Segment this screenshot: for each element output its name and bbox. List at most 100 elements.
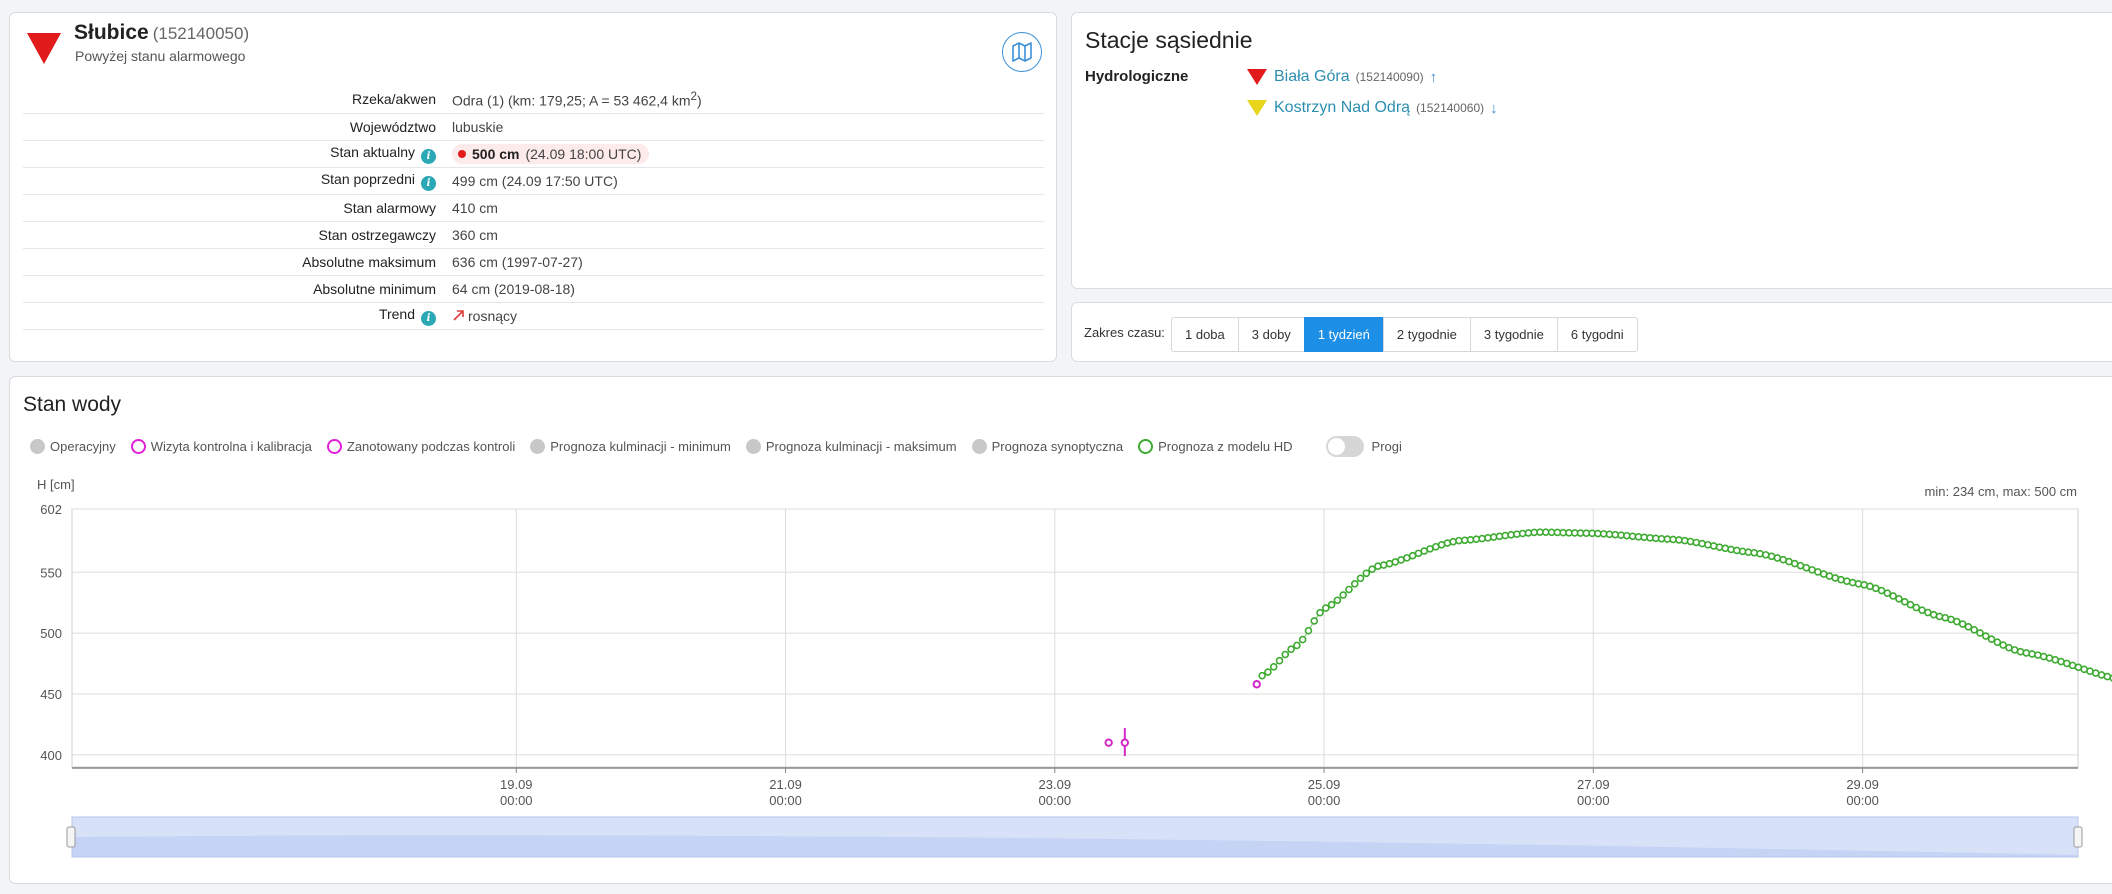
range-2-weeks-button[interactable]: 2 tygodnie xyxy=(1382,317,1470,352)
neighbor-station-code: (152140060) xyxy=(1416,101,1485,115)
alarm-level-label: Stan alarmowy xyxy=(343,199,436,216)
previous-level-value: 499 cm (24.09 17:50 UTC) xyxy=(452,172,618,189)
abs-max-label: Absolutne maksimum xyxy=(302,253,436,270)
x-tick-label: 00:00 xyxy=(500,793,533,808)
trend-value-cell: rosnący xyxy=(444,302,1044,329)
hd-forecast-point xyxy=(1293,641,1301,650)
chart-series xyxy=(1104,528,2112,757)
y-axis-label: H [cm] xyxy=(37,477,75,492)
previous-level-label: Stan poprzedni xyxy=(320,170,415,187)
hd-forecast-point xyxy=(1848,578,1857,587)
chart-grid xyxy=(71,508,2079,768)
neighbors-card: Stacje sąsiednie Hydrologiczne Biała Gór… xyxy=(1071,12,2112,289)
hd-forecast-point xyxy=(1287,645,1295,653)
hd-forecast-point xyxy=(1310,617,1319,625)
station-card: Słubice (152140050) Powyżej stanu alarmow… xyxy=(9,12,1057,362)
range-1-week-button[interactable]: 1 tydzień xyxy=(1303,317,1383,352)
x-tick-label: 21.09 xyxy=(769,777,802,792)
info-row-abs-max: Absolutne maksimum 636 cm (1997-07-27) xyxy=(23,248,1044,275)
downstream-arrow-icon: ↓ xyxy=(1490,99,1498,117)
y-tick-label: 400 xyxy=(40,748,62,763)
hd-forecast-point xyxy=(1987,635,1996,643)
hd-forecast-point xyxy=(1449,537,1457,546)
alarm-triangle-marker xyxy=(27,33,61,64)
previous-level-label-cell: Stan poprzedni i xyxy=(23,167,444,194)
x-tick-label: 27.09 xyxy=(1577,777,1610,792)
neighbors-category: Hydrologiczne xyxy=(1085,68,1189,85)
hd-forecast-point xyxy=(1345,585,1353,594)
hd-forecast-point xyxy=(1258,671,1266,680)
info-icon[interactable]: i xyxy=(421,310,436,326)
hd-forecast-point xyxy=(1374,562,1382,570)
current-level-number: 500 cm xyxy=(472,145,520,162)
warning-level-value: 360 cm xyxy=(452,226,498,243)
hd-forecast-point xyxy=(1727,545,1735,554)
hd-forecast-point xyxy=(1298,635,1307,644)
range-1-day-button[interactable]: 1 doba xyxy=(1171,317,1238,352)
info-row-previous-level: Stan poprzedni i 499 cm (24.09 17:50 UTC) xyxy=(23,167,1044,194)
neighbor-station-name[interactable]: Biała Góra xyxy=(1274,68,1350,86)
hd-forecast-point xyxy=(1976,629,1984,637)
control-measurement-point xyxy=(1120,738,1130,747)
hd-forecast-point xyxy=(1854,579,1863,588)
hd-forecast-point xyxy=(1692,538,1701,547)
station-status: Powyżej stanu alarmowego xyxy=(75,48,246,64)
map-button[interactable] xyxy=(1002,32,1042,72)
abs-min-label: Absolutne minimum xyxy=(313,280,436,297)
chart-axes: 40045050055060219.0900:0021.0900:0023.09… xyxy=(40,502,2078,808)
hd-forecast-point xyxy=(1281,650,1290,659)
hd-forecast-point xyxy=(1316,608,1324,617)
info-row-abs-min: Absolutne minimum 64 cm (2019-08-18) xyxy=(23,275,1044,302)
range-3-days-button[interactable]: 3 doby xyxy=(1237,317,1304,352)
x-tick-label: 25.09 xyxy=(1308,777,1341,792)
trend-label: Trend xyxy=(378,305,415,322)
info-row-alarm-level: Stan alarmowy 410 cm xyxy=(23,194,1044,221)
info-row-trend: Trend i rosnący xyxy=(23,302,1044,329)
abs-min-value: 64 cm (2019-08-18) xyxy=(452,280,575,297)
hd-forecast-line xyxy=(1261,531,2112,679)
navigator-right-handle[interactable] xyxy=(2073,826,2083,848)
navigator-left-handle[interactable] xyxy=(66,826,76,848)
abs-max-value: 636 cm (1997-07-27) xyxy=(452,253,583,270)
current-level-label-cell: Stan aktualny i xyxy=(23,140,444,167)
chart-navigator[interactable] xyxy=(66,816,2083,858)
range-3-weeks-button[interactable]: 3 tygodnie xyxy=(1469,317,1557,352)
hd-forecast-point xyxy=(1733,546,1741,555)
trend-label-cell: Trend i xyxy=(23,302,444,329)
alarm-level-value: 410 cm xyxy=(452,199,498,216)
river-value: Odra (1) (km: 179,25; A = 53 462,4 km2) xyxy=(444,86,1044,113)
neighbor-station-item[interactable]: Biała Góra (152140090) ↑ xyxy=(1246,68,1437,86)
hd-forecast-point xyxy=(1333,596,1342,605)
river-label: Rzeka/akwen xyxy=(351,91,436,108)
info-icon[interactable]: i xyxy=(421,175,436,191)
trend-up-arrow-icon xyxy=(453,309,464,321)
neighbor-station-name[interactable]: Kostrzyn Nad Odrą xyxy=(1274,99,1410,117)
river-value-text: Odra (1) (km: 179,25; A = 53 462,4 km xyxy=(452,92,691,109)
info-row-river: Rzeka/akwen Odra (1) (km: 179,25; A = 53… xyxy=(23,86,1044,113)
hd-forecast-point xyxy=(1686,537,1695,546)
station-code: (152140050) xyxy=(152,24,250,43)
warning-triangle-marker xyxy=(1247,100,1267,116)
hd-forecast-point xyxy=(2022,649,2031,657)
hd-forecast-point xyxy=(1698,539,1706,548)
range-6-weeks-button[interactable]: 6 tygodni xyxy=(1556,317,1638,352)
control-measurement-point xyxy=(1104,738,1113,747)
hd-forecast-point xyxy=(1350,579,1359,588)
neighbor-station-item[interactable]: Kostrzyn Nad Odrą (152140060) ↓ xyxy=(1246,99,1498,117)
y-tick-label: 550 xyxy=(40,565,62,580)
navigator-selection[interactable] xyxy=(71,816,2079,858)
x-tick-label: 00:00 xyxy=(1308,793,1341,808)
hd-forecast-point xyxy=(1715,543,1724,551)
neighbor-station-code: (152140090) xyxy=(1355,70,1424,84)
hd-forecast-point xyxy=(1339,591,1347,599)
hd-forecast-point xyxy=(1356,574,1365,583)
info-icon[interactable]: i xyxy=(421,148,436,164)
hd-forecast-point xyxy=(1327,600,1336,609)
station-name-text: Słubice xyxy=(74,21,149,44)
river-value-end: ) xyxy=(697,92,702,109)
station-name: Słubice (152140050) xyxy=(74,21,249,45)
current-level-pill: 500 cm (24.09 18:00 UTC) xyxy=(452,143,650,164)
hd-forecast-point xyxy=(1269,663,1278,671)
hd-forecast-point xyxy=(1322,604,1330,612)
y-tick-label: 602 xyxy=(40,502,62,517)
